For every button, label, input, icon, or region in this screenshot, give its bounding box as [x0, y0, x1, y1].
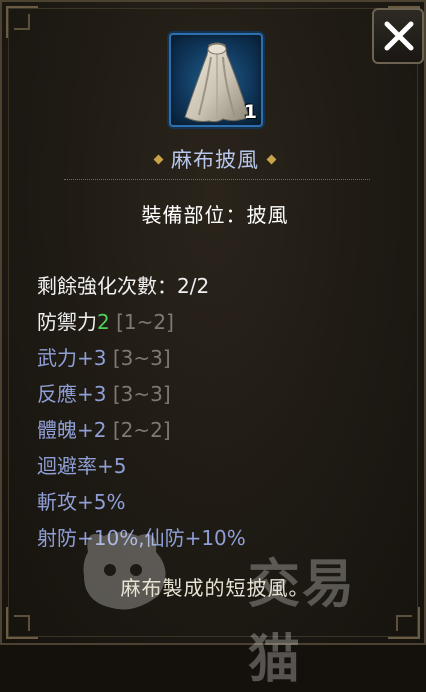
- slash-attack-stat: 斬攻+5%: [37, 490, 126, 514]
- corner-deco-top-left: [14, 14, 30, 30]
- reaction-value: 反應+3: [37, 382, 107, 406]
- defense-stat: 防禦力2 [1~2]: [37, 304, 407, 340]
- close-x-icon: [384, 21, 414, 51]
- item-description: 麻布製成的短披風。: [120, 576, 310, 600]
- reinforce-count: 剩餘強化次數：2/2: [37, 274, 210, 298]
- item-name-row: 麻布披風: [2, 144, 426, 174]
- reaction-stat: 反應+3 [3~3]: [37, 376, 407, 412]
- close-button[interactable]: [372, 8, 424, 64]
- strength-stat: 武力+3 [3~3]: [37, 340, 407, 376]
- stats-list: 剩餘強化次數：2/2 防禦力2 [1~2] 武力+3 [3~3] 反應+3 [3…: [37, 268, 407, 556]
- defense-range: [1~2]: [109, 310, 174, 334]
- reaction-range: [3~3]: [106, 382, 171, 406]
- corner-deco-bottom-left: [14, 615, 30, 631]
- physique-range: [2~2]: [106, 418, 171, 442]
- dotted-divider: [64, 179, 370, 180]
- corner-deco-bottom-right: [396, 615, 412, 631]
- physique-value: 體魄+2: [37, 418, 107, 442]
- evasion-stat: 迴避率+5: [37, 454, 127, 478]
- item-slot[interactable]: 1: [169, 33, 263, 127]
- defense-value: 2: [97, 310, 110, 334]
- item-tooltip-panel: 1 麻布披風 裝備部位：披風 剩餘強化次數：2/2 防禦力2 [1~2] 武力+…: [0, 0, 426, 690]
- diamond-right-icon: [266, 154, 277, 164]
- physique-stat: 體魄+2 [2~2]: [37, 412, 407, 448]
- diamond-left-icon: [153, 154, 164, 164]
- watermark-text: 交易猫: [248, 555, 357, 690]
- equip-slot: 裝備部位：披風: [141, 203, 289, 227]
- resistances-stat: 射防+10%,仙防+10%: [37, 526, 246, 550]
- strength-range: [3~3]: [106, 346, 171, 370]
- strength-value: 武力+3: [37, 346, 107, 370]
- item-name: 麻布披風: [171, 148, 259, 172]
- item-count: 1: [243, 101, 257, 123]
- defense-label: 防禦力: [37, 310, 97, 334]
